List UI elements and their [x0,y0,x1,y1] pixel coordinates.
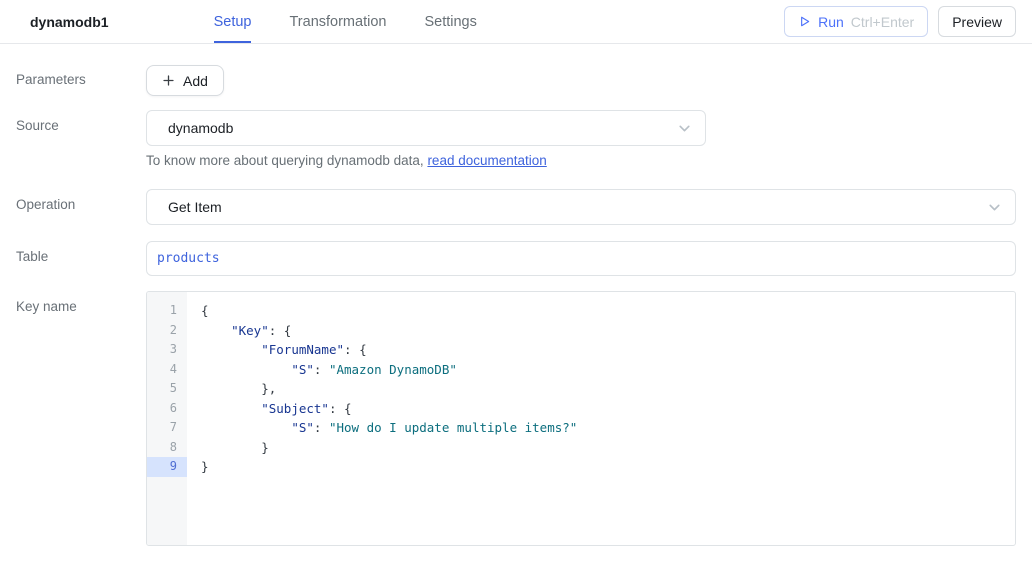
add-button-label: Add [183,73,208,89]
key-name-row: Key name 123456789 { "Key": { "ForumName… [16,291,1016,546]
code-line: { [201,301,577,321]
table-row: Table [16,241,1016,276]
operation-row: Operation Get Item [16,189,1016,225]
code-line: "Key": { [201,321,577,341]
line-number: 1 [147,301,187,321]
query-editor-header: dynamodb1 Setup Transformation Settings … [0,0,1032,44]
plus-icon [162,74,175,87]
code-line: "S": "How do I update multiple items?" [201,418,577,438]
chevron-down-icon [676,120,693,137]
run-shortcut-hint: Ctrl+Enter [851,14,914,30]
add-parameter-button[interactable]: Add [146,65,224,96]
read-documentation-link[interactable]: read documentation [427,153,546,168]
source-label: Source [16,110,146,168]
code-line: } [201,438,577,458]
run-button-label: Run [818,14,844,30]
tab-settings[interactable]: Settings [424,0,476,43]
line-number: 2 [147,321,187,341]
key-name-code-editor[interactable]: 123456789 { "Key": { "ForumName": { "S":… [146,291,1016,546]
query-setup-form: Parameters Add Source dynamodb To know m… [0,65,1032,546]
line-number: 5 [147,379,187,399]
key-name-label: Key name [16,291,146,546]
table-label: Table [16,241,146,276]
operation-label: Operation [16,189,146,225]
code-line: "ForumName": { [201,340,577,360]
operation-selected-value: Get Item [168,199,222,215]
preview-button-label: Preview [952,14,1002,30]
parameters-row: Parameters Add [16,65,1016,96]
code-line: }, [201,379,577,399]
code-line: "Subject": { [201,399,577,419]
line-number: 8 [147,438,187,458]
query-tabs: Setup Transformation Settings [214,0,477,43]
code-line: } [201,457,577,477]
operation-select[interactable]: Get Item [146,189,1016,225]
play-icon [798,15,811,28]
source-helper-text: To know more about querying dynamodb dat… [146,153,1016,168]
query-name: dynamodb1 [30,14,109,30]
code-content[interactable]: { "Key": { "ForumName": { "S": "Amazon D… [187,292,577,545]
table-input[interactable] [146,241,1016,276]
line-number: 7 [147,418,187,438]
line-number: 9 [147,457,187,477]
source-row: Source dynamodb To know more about query… [16,110,1016,168]
chevron-down-icon [986,199,1003,216]
helper-prefix: To know more about querying dynamodb dat… [146,153,427,168]
run-button[interactable]: Run Ctrl+Enter [784,6,928,37]
code-line: "S": "Amazon DynamoDB" [201,360,577,380]
tab-transformation[interactable]: Transformation [289,0,386,43]
preview-button[interactable]: Preview [938,6,1016,37]
source-select[interactable]: dynamodb [146,110,706,146]
tab-setup[interactable]: Setup [214,0,252,43]
line-number: 4 [147,360,187,380]
header-actions: Run Ctrl+Enter Preview [784,0,1016,43]
parameters-label: Parameters [16,65,146,96]
line-number: 3 [147,340,187,360]
source-selected-value: dynamodb [168,120,233,136]
line-number: 6 [147,399,187,419]
line-numbers: 123456789 [147,292,187,545]
